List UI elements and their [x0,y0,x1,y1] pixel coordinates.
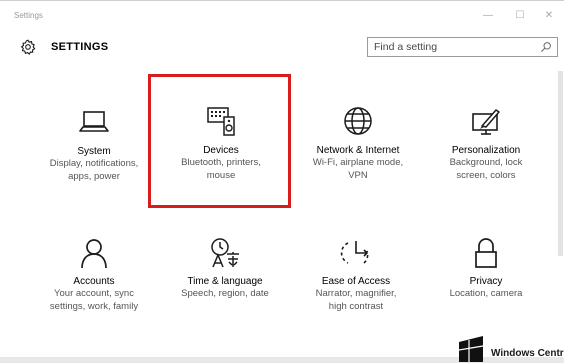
window-title: Settings [14,11,43,20]
tile-privacy[interactable]: Privacy Location, camera [416,237,556,301]
maximize-button[interactable]: ☐ [509,7,531,25]
tile-personalization-desc-line2: screen, colors [456,169,516,181]
minimize-button[interactable]: — [477,7,499,25]
tile-privacy-name: Privacy [469,276,503,287]
search-placeholder[interactable]: Find a setting [374,41,437,53]
tile-accounts-name: Accounts [73,276,115,287]
tile-ease-of-access-name: Ease of Access [321,276,391,287]
watermark-text: Windows Centra [491,348,564,359]
tile-system-desc-line2: apps, power [68,170,120,182]
globe-icon [344,107,372,135]
tile-system-name: System [77,146,111,157]
tile-network-desc-line2: VPN [348,169,368,181]
tile-accounts-desc-line2: settings, work, family [49,300,139,312]
laptop-icon [79,111,109,132]
tile-time-language-name: Time & language [187,276,263,287]
settings-window: Settings — ☐ ✕ SETTINGS Find a setting S… [0,0,564,363]
tile-personalization-name: Personalization [451,145,521,156]
tile-system[interactable]: System Display, notifications, apps, pow… [24,109,164,183]
time-language-icon [211,238,239,268]
tile-personalization-desc-line1: Background, lock [449,157,523,168]
lock-icon [475,238,497,268]
watermark: Windows Centra [455,334,564,363]
person-icon [81,239,107,269]
settings-header: SETTINGS Find a setting [0,31,564,65]
tile-ease-of-access-desc-line2: high contrast [328,300,384,312]
search-icon[interactable] [540,41,552,53]
paint-screen-icon [472,109,500,135]
tile-ease-of-access[interactable]: Ease of Access Narrator, magnifier, high… [286,237,426,313]
tile-system-desc-line1: Display, notifications, [49,158,139,169]
scrollbar[interactable] [558,71,563,256]
tile-time-language-desc-line1: Speech, region, date [181,288,269,299]
ease-of-access-icon [340,241,369,264]
devices-highlight-box [148,74,291,208]
tile-personalization[interactable]: Personalization Background, lock screen,… [416,107,556,182]
windows-logo-icon [458,336,484,362]
close-button[interactable]: ✕ [538,7,560,25]
tile-accounts-desc-line1: Your account, sync [54,288,134,299]
tile-ease-of-access-desc-line1: Narrator, magnifier, [315,288,397,299]
search-field[interactable]: Find a setting [367,37,558,57]
gear-icon [20,39,36,55]
tile-network-name: Network & Internet [316,145,400,156]
tile-privacy-desc-line1: Location, camera [449,288,523,299]
tile-network[interactable]: Network & Internet Wi-Fi, airplane mode,… [288,105,428,182]
tile-accounts[interactable]: Accounts Your account, sync settings, wo… [24,237,164,313]
title-bar: Settings — ☐ ✕ [0,1,564,29]
tile-network-desc-line1: Wi-Fi, airplane mode, [312,157,404,168]
page-title: SETTINGS [51,41,109,53]
tile-time-language[interactable]: Time & language Speech, region, date [155,237,295,301]
